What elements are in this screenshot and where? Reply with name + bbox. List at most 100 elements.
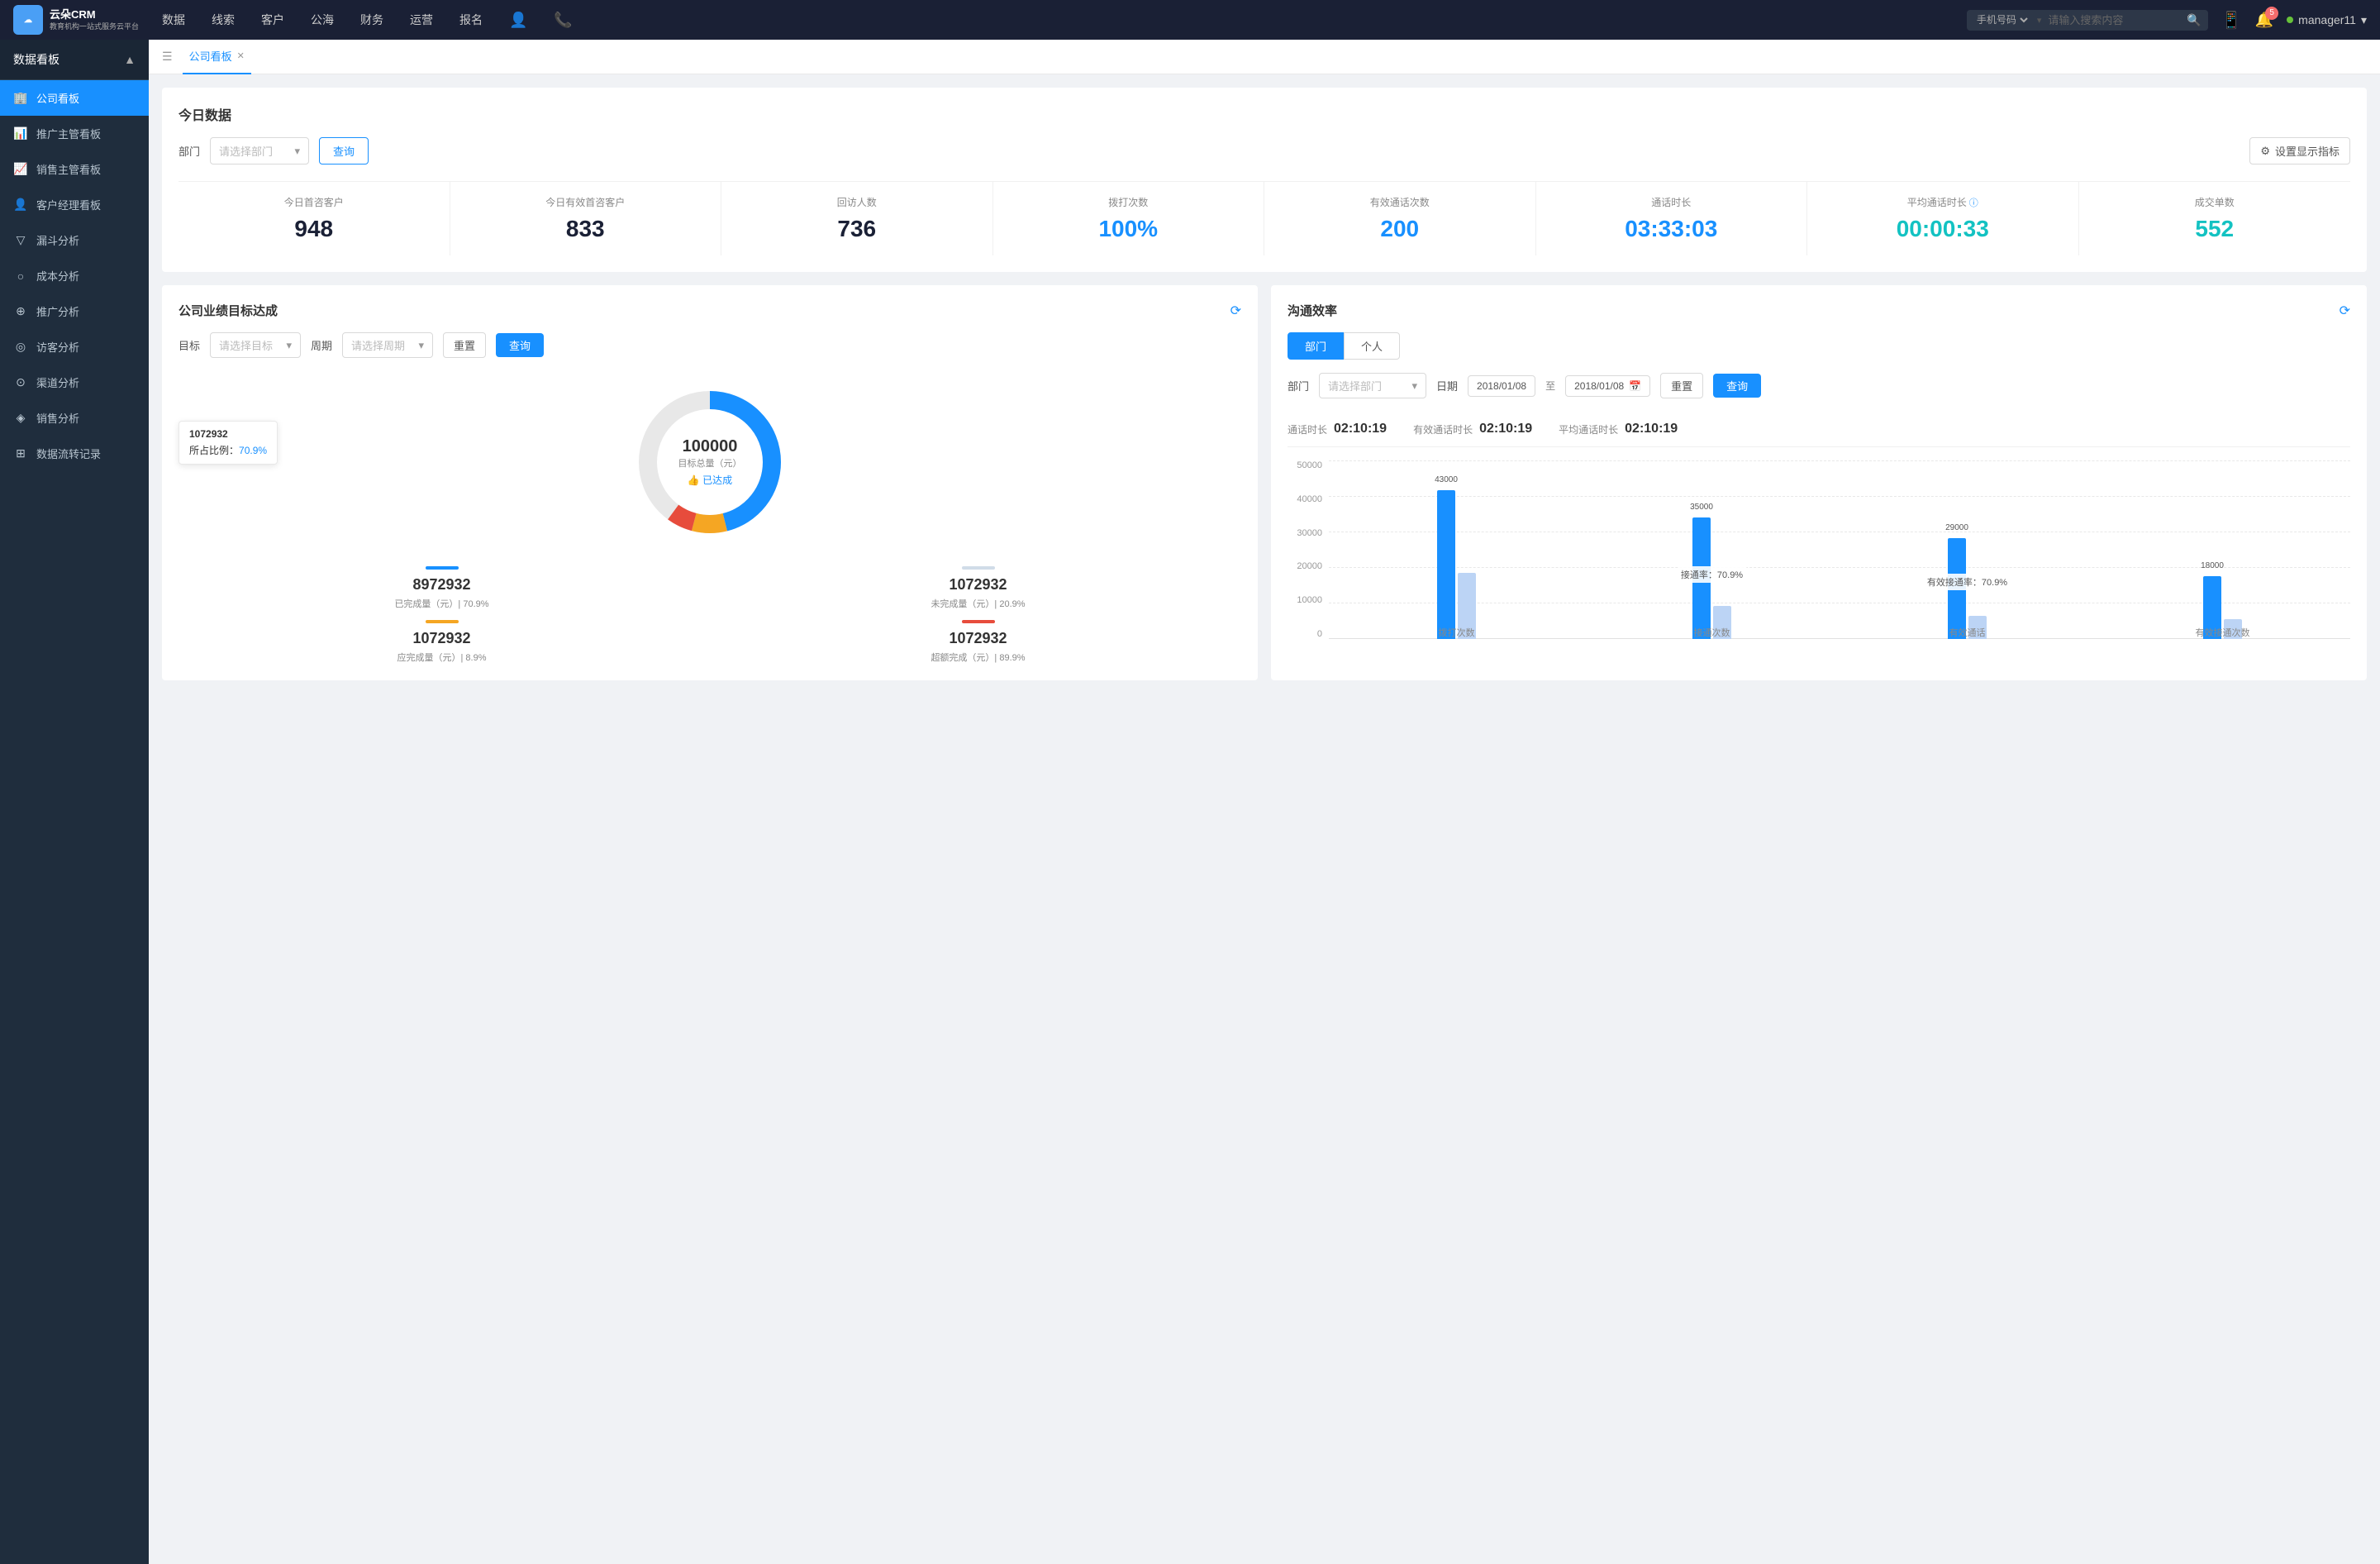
nav-icons: 手机号码 ▾ 🔍 📱 🔔 5 manager11 ▾ <box>1967 10 2367 31</box>
comm-stat-valid-duration: 有效通话时长 02:10:19 <box>1413 422 1532 436</box>
bottom-panels: 公司业绩目标达成 ⟳ 目标 请选择目标 ▾ 周期 请选择周期 ▾ <box>162 285 2367 680</box>
completed-indicator <box>426 566 459 570</box>
promo-icon: ⊕ <box>13 304 28 318</box>
settings-icon: ⚙ <box>2260 145 2270 158</box>
sidebar-item-company-board[interactable]: 🏢 公司看板 <box>0 80 149 116</box>
comm-dept-label: 部门 <box>1288 378 1309 393</box>
stat-avg-duration: 平均通话时长 ⓘ 00:00:33 <box>1807 182 2079 255</box>
period-placeholder: 请选择周期 <box>351 337 405 353</box>
target-query-button[interactable]: 查询 <box>496 333 544 357</box>
channel-label: 渠道分析 <box>36 374 79 390</box>
should-complete-indicator <box>426 620 459 623</box>
sales-icon: ◈ <box>13 411 28 425</box>
nav-data[interactable]: 数据 <box>162 12 185 28</box>
comm-date-from[interactable]: 2018/01/08 <box>1468 375 1535 397</box>
sidebar-item-customer-mgr[interactable]: 👤 客户经理看板 <box>0 187 149 222</box>
comm-reset-button[interactable]: 重置 <box>1660 373 1703 398</box>
stat-dial-count: 拨打次数 100% <box>993 182 1265 255</box>
calendar-icon: 📅 <box>1629 380 1641 392</box>
comm-refresh-icon[interactable]: ⟳ <box>2340 303 2350 319</box>
comm-dept-select[interactable]: 请选择部门 ▾ <box>1319 373 1426 398</box>
search-input[interactable] <box>2048 14 2180 26</box>
comm-panel-title: 沟通效率 <box>1288 302 1337 319</box>
y-axis: 50000 40000 30000 20000 10000 0 <box>1288 460 1329 659</box>
nav-sea[interactable]: 公海 <box>311 12 334 28</box>
bar-dial-blue-label: 43000 <box>1435 475 1458 484</box>
date-from-value: 2018/01/08 <box>1477 380 1526 392</box>
sidebar-item-sales[interactable]: ◈ 销售分析 <box>0 400 149 436</box>
notification-icon[interactable]: 🔔 5 <box>2255 12 2273 29</box>
stat-first-consult: 今日首咨客户 948 <box>178 182 450 255</box>
search-bar: 手机号码 ▾ 🔍 <box>1967 10 2208 31</box>
user-info[interactable]: manager11 ▾ <box>2287 13 2367 27</box>
search-type-select[interactable]: 手机号码 <box>1973 13 2030 26</box>
sidebar-item-funnel[interactable]: ▽ 漏斗分析 <box>0 222 149 258</box>
dept-filter-select[interactable]: 请选择部门 ▾ <box>210 137 309 165</box>
bar-valid-xlabel: 有效通话 <box>1949 626 1986 639</box>
tab-company-board[interactable]: 公司看板 ✕ <box>183 40 251 74</box>
target-label: 目标 <box>178 337 200 353</box>
sidebar-item-cost[interactable]: ○ 成本分析 <box>0 258 149 293</box>
user-dropdown-icon: ▾ <box>2361 13 2367 27</box>
sidebar-item-promotion-mgr[interactable]: 📊 推广主管看板 <box>0 116 149 151</box>
company-board-icon: 🏢 <box>13 91 28 105</box>
bars-area: 43000 拨打次数 <box>1329 460 2350 659</box>
menu-icon[interactable]: ☰ <box>162 50 173 64</box>
bar-connect-blue-label: 35000 <box>1690 503 1713 512</box>
status-dot <box>2287 17 2293 23</box>
bar-effective-blue-label: 18000 <box>2201 561 2224 570</box>
dept-filter-placeholder: 请选择部门 <box>219 143 273 159</box>
period-select[interactable]: 请选择周期 ▾ <box>342 332 433 358</box>
comm-stat-avg-duration: 平均通话时长 02:10:19 <box>1559 422 1678 436</box>
target-refresh-icon[interactable]: ⟳ <box>1230 303 1241 319</box>
main-layout: 数据看板 ▲ 🏢 公司看板 📊 推广主管看板 📈 销售主管看板 👤 客户经理看板… <box>0 40 2380 1564</box>
uncompleted-indicator <box>962 566 995 570</box>
logo: ☁ 云朵CRM 教育机构一站式服务云平台 <box>13 5 162 35</box>
comm-tab-dept[interactable]: 部门 <box>1288 332 1344 360</box>
comm-stat-duration: 通话时长 02:10:19 <box>1288 422 1387 436</box>
channel-icon: ⊙ <box>13 375 28 389</box>
cost-icon: ○ <box>13 269 28 283</box>
nav-customer[interactable]: 客户 <box>261 12 284 28</box>
sidebar-toggle-icon[interactable]: ▲ <box>124 53 136 66</box>
comm-panel: 沟通效率 ⟳ 部门 个人 部门 请选择部门 ▾ 日期 <box>1271 285 2367 680</box>
tab-close-icon[interactable]: ✕ <box>237 50 245 61</box>
target-panel-header: 公司业绩目标达成 ⟳ <box>178 302 1241 319</box>
nav-user-icon[interactable]: 👤 <box>509 12 527 29</box>
search-icon[interactable]: 🔍 <box>2187 13 2201 27</box>
device-icon[interactable]: 📱 <box>2221 10 2242 31</box>
y-label-50000: 50000 <box>1297 460 1322 470</box>
date-to-value: 2018/01/08 <box>1574 380 1624 392</box>
target-panel: 公司业绩目标达成 ⟳ 目标 请选择目标 ▾ 周期 请选择周期 ▾ <box>162 285 1258 680</box>
donut-chart-area: 1072932 所占比例：70.9% <box>178 371 1241 553</box>
bar-connect-xlabel: 接通次数 <box>1694 626 1730 639</box>
comm-date-to[interactable]: 2018/01/08 📅 <box>1565 375 1650 397</box>
nav-phone-icon[interactable]: 📞 <box>554 12 572 29</box>
nav-ops[interactable]: 运营 <box>410 12 433 28</box>
logo-icon: ☁ <box>13 5 43 35</box>
nav-enroll[interactable]: 报名 <box>459 12 483 28</box>
settings-display-button[interactable]: ⚙ 设置显示指标 <box>2249 137 2350 165</box>
nav-finance[interactable]: 财务 <box>360 12 383 28</box>
stat-completed: 8972932 已完成量（元）| 70.9% <box>178 566 705 610</box>
sidebar-item-channel[interactable]: ⊙ 渠道分析 <box>0 365 149 400</box>
target-controls: 目标 请选择目标 ▾ 周期 请选择周期 ▾ 重置 查询 <box>178 332 1241 358</box>
comm-tab-person[interactable]: 个人 <box>1344 332 1400 360</box>
comm-query-button[interactable]: 查询 <box>1713 374 1761 398</box>
bar-groups: 43000 拨打次数 <box>1329 460 2350 659</box>
comm-date-label: 日期 <box>1436 378 1458 393</box>
sidebar-item-visitor[interactable]: ◎ 访客分析 <box>0 329 149 365</box>
target-reset-button[interactable]: 重置 <box>443 332 486 358</box>
stat-should-complete: 1072932 应完成量（元）| 8.9% <box>178 620 705 664</box>
sidebar-item-promo[interactable]: ⊕ 推广分析 <box>0 293 149 329</box>
promotion-mgr-label: 推广主管看板 <box>36 126 101 141</box>
sidebar-item-data-flow[interactable]: ⊞ 数据流转记录 <box>0 436 149 471</box>
tooltip-percent-label: 所占比例： <box>189 445 239 456</box>
sidebar-title: 数据看板 <box>13 51 60 68</box>
target-select[interactable]: 请选择目标 ▾ <box>210 332 301 358</box>
today-query-button[interactable]: 查询 <box>319 137 369 165</box>
sidebar-item-sales-mgr[interactable]: 📈 销售主管看板 <box>0 151 149 187</box>
y-label-20000: 20000 <box>1297 561 1322 571</box>
nav-leads[interactable]: 线索 <box>212 12 235 28</box>
chart-stats: 8972932 已完成量（元）| 70.9% 1072932 未完成量（元）| … <box>178 566 1241 664</box>
